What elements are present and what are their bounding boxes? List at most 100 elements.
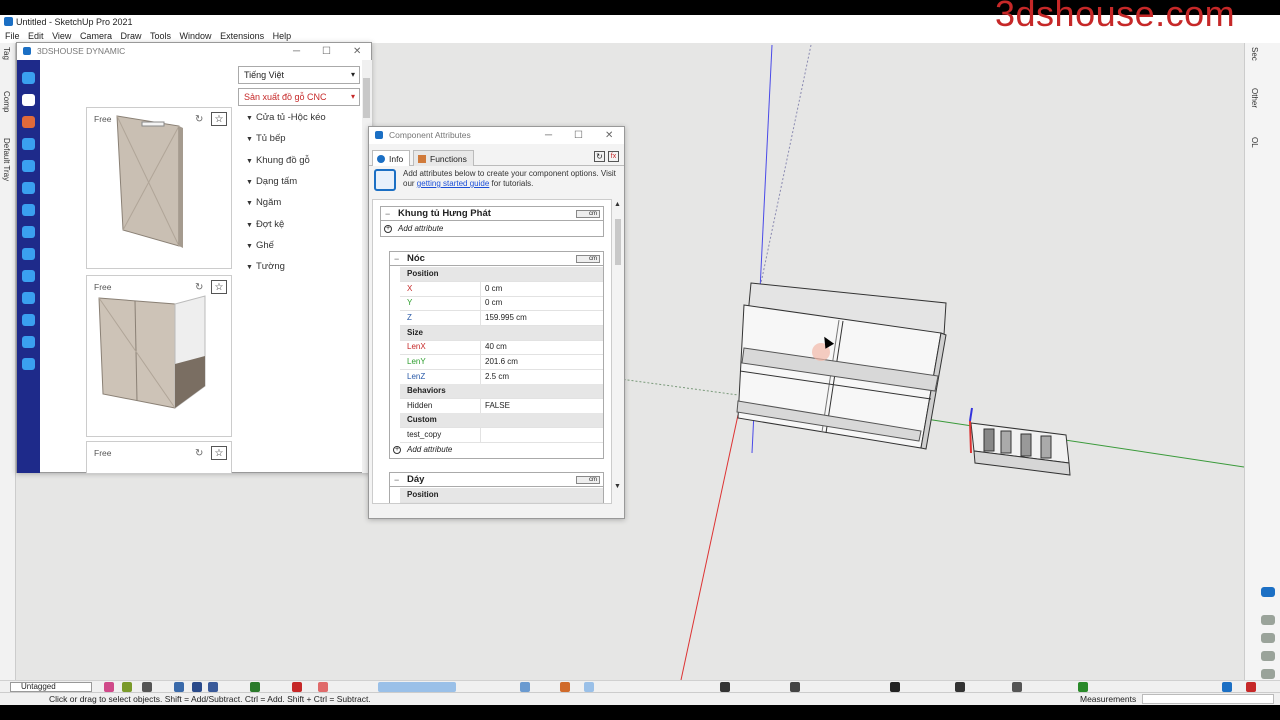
cube-icon[interactable] <box>22 248 35 260</box>
menu-edit[interactable]: Edit <box>28 31 44 41</box>
maximize-icon[interactable]: ☐ <box>574 127 583 144</box>
extension-icon[interactable] <box>1222 682 1232 692</box>
attr-value[interactable]: 0 cm <box>480 296 502 310</box>
collapse-icon[interactable]: − <box>394 473 399 487</box>
scroll-thumb[interactable] <box>615 219 621 265</box>
attr-row[interactable]: LenX 40 cm <box>400 340 603 355</box>
tray-tab-default[interactable]: Default Tray <box>2 138 11 181</box>
star-icon[interactable]: ☆ <box>211 446 227 460</box>
rect-icon[interactable] <box>955 682 965 692</box>
tab-info[interactable]: Info <box>372 150 411 166</box>
category-item[interactable]: ▼ Ngăm <box>246 197 281 208</box>
circle-icon[interactable] <box>318 682 328 692</box>
cursor-icon[interactable] <box>22 94 35 106</box>
maximize-icon[interactable]: ☐ <box>322 43 331 60</box>
attr-value[interactable]: 40 cm <box>480 340 507 354</box>
zoom-icon[interactable] <box>208 682 218 692</box>
attr-row[interactable]: test_copy <box>400 428 603 443</box>
add-attribute-row[interactable]: + Add attribute <box>381 222 603 236</box>
attr-row[interactable]: LenY 201.6 cm <box>400 355 603 370</box>
attr-row[interactable]: Y 0 cm <box>400 296 603 311</box>
refresh-icon[interactable]: ↻ <box>594 151 605 162</box>
component-card[interactable]: Free ↻ ☆ <box>86 441 232 474</box>
rotate-icon[interactable] <box>790 682 800 692</box>
tray-tab-ol[interactable]: OL <box>1250 137 1259 148</box>
attributes-scrollbar[interactable]: ▲ ▼ <box>613 199 623 504</box>
attr-row[interactable]: LenZ 2.5 cm <box>400 370 603 385</box>
menu-extensions[interactable]: Extensions <box>220 31 264 41</box>
menu-file[interactable]: File <box>5 31 20 41</box>
group-header[interactable]: − Nóc cm <box>390 252 603 266</box>
tab-functions[interactable]: Functions <box>413 150 474 166</box>
add-attribute-row[interactable]: + Add attribute <box>390 443 603 457</box>
menu-tools[interactable]: Tools <box>150 31 171 41</box>
sidebar-shape-icon[interactable] <box>1261 587 1275 597</box>
section-icon[interactable] <box>520 682 530 692</box>
text-icon[interactable] <box>720 682 730 692</box>
print-icon[interactable] <box>1012 682 1022 692</box>
component-card[interactable]: Free ↻ ☆ <box>86 275 232 437</box>
layer-select[interactable]: Untagged <box>10 682 92 692</box>
export-icon[interactable] <box>1078 682 1088 692</box>
category-select[interactable]: Sản xuất đồ gỗ CNC ▾ <box>238 88 360 106</box>
freehand-icon[interactable] <box>104 682 114 692</box>
cube-icon[interactable] <box>584 682 594 692</box>
category-item[interactable]: ▼ Tủ bếp <box>246 133 286 144</box>
attr-row[interactable]: Z 159.995 cm <box>400 311 603 326</box>
attr-value[interactable]: 0 cm <box>480 282 502 296</box>
settings-icon[interactable] <box>890 682 900 692</box>
stack-icon[interactable] <box>22 270 35 282</box>
tray-tab-comp[interactable]: Comp <box>2 91 11 112</box>
category-item[interactable]: ▼ Tường <box>246 261 285 272</box>
scroll-thumb[interactable] <box>363 78 370 118</box>
selection-tools-group[interactable] <box>378 682 456 692</box>
hexagon-icon[interactable] <box>22 72 35 84</box>
attr-row[interactable]: Hidden FALSE <box>400 399 603 414</box>
scroll-up-icon[interactable]: ▲ <box>614 201 621 208</box>
gear-icon[interactable] <box>22 160 35 172</box>
line-icon[interactable] <box>22 226 35 238</box>
play-icon[interactable] <box>250 682 260 692</box>
orbit-icon[interactable] <box>174 682 184 692</box>
attr-value[interactable]: 201.6 cm <box>480 355 518 369</box>
close-icon[interactable]: ✕ <box>353 43 361 60</box>
sidebar-cloud-icon[interactable] <box>1261 651 1275 661</box>
getting-started-link[interactable]: getting started guide <box>417 179 490 188</box>
sidebar-cloud-icon[interactable] <box>1261 615 1275 625</box>
scroll-down-icon[interactable]: ▼ <box>614 483 621 490</box>
component-card[interactable]: Free ↻ ☆ <box>86 107 232 269</box>
box-icon[interactable] <box>22 182 35 194</box>
category-item[interactable]: ▼ Đợt kệ <box>246 219 284 230</box>
attr-value[interactable]: 159.995 cm <box>480 311 527 325</box>
unit-toggle[interactable]: cm <box>576 476 600 484</box>
attr-value[interactable] <box>480 428 485 442</box>
plane-icon[interactable] <box>22 204 35 216</box>
attr-value[interactable]: 2.5 cm <box>480 370 509 384</box>
pan-icon[interactable] <box>192 682 202 692</box>
menu-draw[interactable]: Draw <box>120 31 141 41</box>
tray-tab-tag[interactable]: Tag <box>2 47 11 60</box>
user-icon[interactable] <box>22 336 35 348</box>
group-header[interactable]: − Khung tủ Hưng Phát cm <box>381 207 603 221</box>
category-item[interactable]: ▼ Cửa tủ -Hộc kéo <box>246 112 326 123</box>
close-icon[interactable]: ✕ <box>605 127 613 144</box>
unit-toggle[interactable]: cm <box>576 255 600 263</box>
category-item[interactable]: ▼ Dạng tấm <box>246 176 297 187</box>
replace-icon[interactable]: ↻ <box>195 448 203 459</box>
measurements-input[interactable] <box>1142 694 1274 704</box>
toggle-formula-icon[interactable]: fx <box>608 151 619 162</box>
collapse-icon[interactable]: − <box>385 207 390 221</box>
menu-help[interactable]: Help <box>273 31 292 41</box>
ruby-icon[interactable] <box>292 682 302 692</box>
attr-row[interactable]: X 0 cm <box>400 282 603 297</box>
brush-icon[interactable] <box>22 292 35 304</box>
category-item[interactable]: ▼ Khung đồ gỗ <box>246 155 310 166</box>
attr-value[interactable]: FALSE <box>480 399 510 413</box>
move-icon[interactable] <box>22 358 35 370</box>
book-icon[interactable] <box>22 116 35 128</box>
minimize-icon[interactable]: ─ <box>293 43 300 60</box>
tray-tab-other[interactable]: Other <box>1250 88 1259 108</box>
cabinet-model[interactable] <box>736 282 947 450</box>
warehouse-icon[interactable] <box>1246 682 1256 692</box>
category-item[interactable]: ▼ Ghế <box>246 240 274 251</box>
